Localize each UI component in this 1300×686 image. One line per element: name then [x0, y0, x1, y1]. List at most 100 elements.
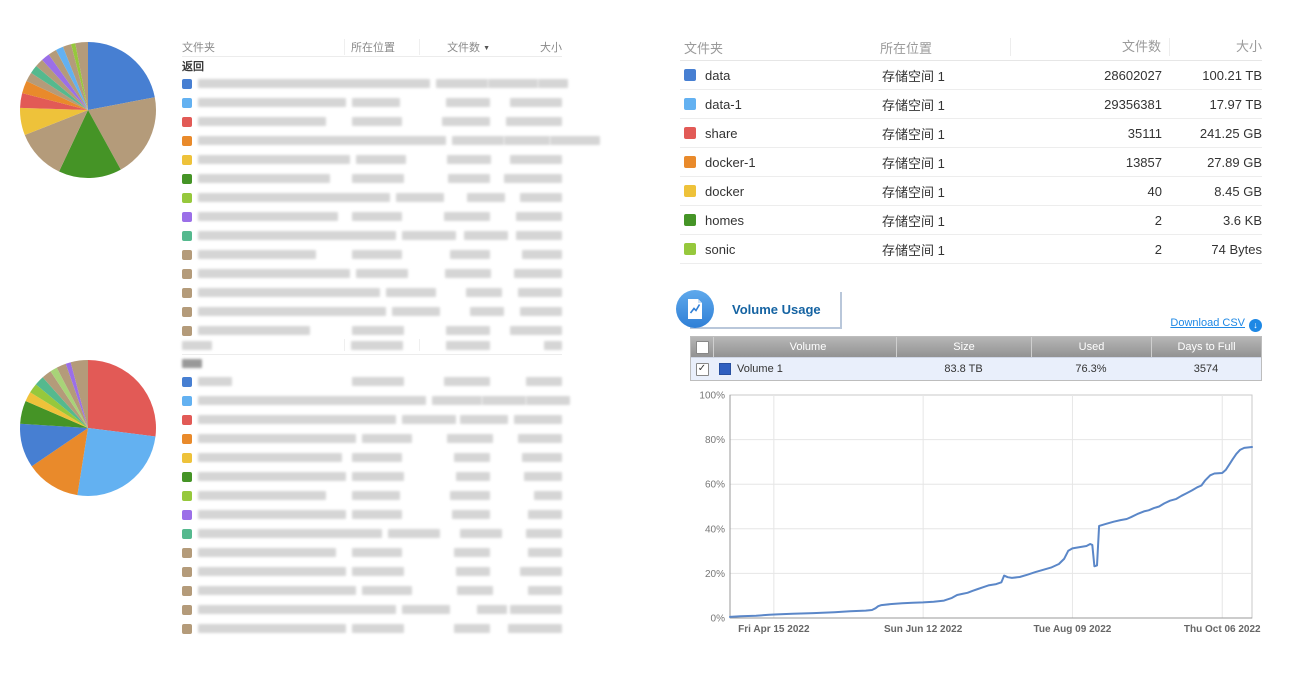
pie-slice[interactable] — [77, 428, 155, 496]
back-link-redacted[interactable] — [182, 355, 562, 372]
folder-size: 241.25 GB — [1162, 126, 1262, 141]
redacted-text — [467, 193, 505, 202]
header-size[interactable]: 大小 — [1169, 38, 1262, 56]
folder-row[interactable]: homes 存储空间 1 2 3.6 KB — [680, 206, 1262, 235]
folder-row-redacted[interactable] — [182, 448, 562, 467]
redacted-text — [198, 174, 330, 183]
header-select-all-checkbox[interactable] — [691, 337, 713, 357]
folder-row-redacted[interactable] — [182, 505, 562, 524]
redacted-text — [464, 231, 508, 240]
folder-row-redacted[interactable] — [182, 74, 562, 93]
redacted-text — [528, 586, 562, 595]
redacted-text — [362, 434, 412, 443]
folder-row-redacted[interactable] — [182, 391, 562, 410]
volume-row[interactable]: ✓ Volume 1 83.8 TB 76.3% 3574 — [691, 357, 1261, 380]
header-volume[interactable]: Volume — [713, 337, 896, 357]
folder-row[interactable]: sonic 存储空间 1 2 74 Bytes — [680, 235, 1262, 264]
header-folder[interactable]: 文件夹 — [182, 39, 344, 55]
folder-row-redacted[interactable] — [182, 93, 562, 112]
header-days-to-full[interactable]: Days to Full — [1151, 337, 1261, 357]
folder-row-redacted[interactable] — [182, 112, 562, 131]
folder-row-redacted[interactable] — [182, 562, 562, 581]
redacted-text — [454, 624, 490, 633]
folder-row-redacted[interactable] — [182, 372, 562, 391]
redacted-text — [198, 491, 326, 500]
folder-row-redacted[interactable] — [182, 245, 562, 264]
folder-row-redacted[interactable] — [182, 429, 562, 448]
download-icon[interactable]: ↓ — [1249, 319, 1262, 332]
header-folder[interactable]: 文件夹 — [680, 38, 880, 57]
folder-row[interactable]: docker-1 存储空间 1 13857 27.89 GB — [680, 148, 1262, 177]
redacted-text — [456, 567, 490, 576]
redacted-text — [392, 307, 440, 316]
header-size[interactable]: 大小 — [490, 39, 562, 55]
folder-row-redacted[interactable] — [182, 264, 562, 283]
folder-row-redacted[interactable] — [182, 150, 562, 169]
redacted-text — [518, 434, 562, 443]
folder-row-redacted[interactable] — [182, 581, 562, 600]
redacted-text — [198, 548, 336, 557]
redacted-text — [447, 155, 491, 164]
volume-table-rows: ✓ Volume 1 83.8 TB 76.3% 3574 — [691, 357, 1261, 380]
folder-row-redacted[interactable] — [182, 207, 562, 226]
folder-color-swatch — [182, 269, 192, 279]
folder-row[interactable]: docker 存储空间 1 40 8.45 GB — [680, 177, 1262, 206]
redacted-text — [352, 624, 404, 633]
pie-slice[interactable] — [88, 360, 156, 437]
folder-row[interactable]: data 存储空间 1 28602027 100.21 TB — [680, 61, 1262, 90]
folder-row-redacted[interactable] — [182, 410, 562, 429]
header-size[interactable]: Size — [896, 337, 1031, 357]
folder-row-redacted[interactable] — [182, 524, 562, 543]
volume-name: Volume 1 — [737, 363, 783, 375]
folder-name: docker-1 — [705, 155, 756, 170]
redacted-text — [526, 377, 562, 386]
header-count-sorted[interactable]: 文件数▼ — [419, 39, 490, 55]
folder-row[interactable]: share 存储空间 1 35111 241.25 GB — [680, 119, 1262, 148]
folder-row-redacted[interactable] — [182, 619, 562, 638]
redacted-text — [352, 453, 402, 462]
redacted-text — [477, 605, 507, 614]
redacted-text — [510, 98, 562, 107]
folder-color-swatch — [182, 605, 192, 615]
volume-table-header: Volume Size Used Days to Full — [691, 337, 1261, 357]
folder-color-swatch — [182, 548, 192, 558]
folder-row-redacted[interactable] — [182, 302, 562, 321]
redacted-text — [528, 548, 562, 557]
header-location[interactable]: 所在位置 — [344, 39, 419, 55]
redacted-text — [198, 567, 346, 576]
volume-checkbox[interactable]: ✓ — [696, 363, 709, 376]
folder-color-swatch — [182, 510, 192, 520]
header-location[interactable]: 所在位置 — [880, 38, 1010, 57]
folder-row[interactable]: data-1 存储空间 1 29356381 17.97 TB — [680, 90, 1262, 119]
volume-size: 83.8 TB — [896, 358, 1031, 380]
redacted-text — [198, 529, 382, 538]
folder-size: 74 Bytes — [1162, 242, 1262, 257]
folder-row-redacted[interactable] — [182, 467, 562, 486]
header-used[interactable]: Used — [1031, 337, 1151, 357]
redacted-text — [352, 98, 400, 107]
back-link[interactable]: 返回 — [182, 57, 562, 74]
folder-color-swatch — [182, 567, 192, 577]
left-folder-table-top: 文件夹 所在位置 文件数▼ 大小 返回 — [182, 38, 562, 340]
redacted-text — [442, 117, 490, 126]
redacted-text — [198, 288, 380, 297]
volume-usage-table: Volume Size Used Days to Full ✓ Volume 1… — [690, 336, 1262, 381]
folder-row-redacted[interactable] — [182, 486, 562, 505]
redacted-text — [447, 434, 493, 443]
redacted-text — [352, 326, 404, 335]
folder-row-redacted[interactable] — [182, 543, 562, 562]
folder-row-redacted[interactable] — [182, 188, 562, 207]
folder-color-swatch — [684, 214, 696, 226]
volume-color-swatch — [719, 363, 731, 375]
folder-row-redacted[interactable] — [182, 600, 562, 619]
redacted-text — [452, 510, 490, 519]
folder-row-redacted[interactable] — [182, 283, 562, 302]
folder-color-swatch — [182, 231, 192, 241]
download-csv-link[interactable]: Download CSV — [1170, 317, 1245, 329]
folder-row-redacted[interactable] — [182, 226, 562, 245]
header-count[interactable]: 文件数 — [1010, 38, 1161, 56]
redacted-text — [506, 117, 562, 126]
folder-row-redacted[interactable] — [182, 131, 562, 150]
redacted-text — [198, 98, 346, 107]
folder-row-redacted[interactable] — [182, 169, 562, 188]
